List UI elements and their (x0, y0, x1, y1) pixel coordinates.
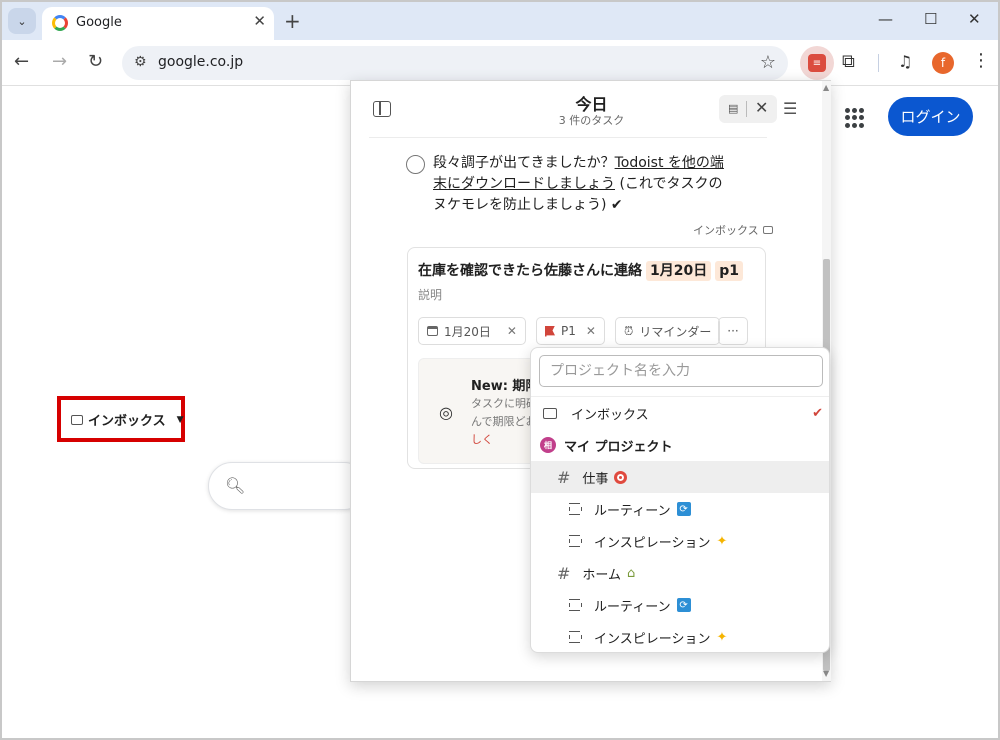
task-project-label: インボックス (693, 222, 773, 238)
project-dropdown: インボックス ✔ 相 マイ プロジェクト # 仕事 ルーティーン ⟳ インスピレ… (530, 347, 830, 653)
browser-menu-icon[interactable]: ⋮ (972, 50, 990, 71)
remove-priority-icon[interactable]: ✕ (586, 324, 596, 338)
forward-icon[interactable]: → (52, 51, 67, 72)
section-option-routine[interactable]: ルーティーン ⟳ (531, 589, 829, 621)
workspace-label: マイ プロジェクト (564, 439, 673, 455)
site-info-icon[interactable]: ⚙ (134, 54, 147, 70)
task-text-before: 段々調子が出てきましたか？ (433, 155, 615, 171)
section-option-inspiration[interactable]: インスピレーション ✦ (531, 525, 829, 557)
project-option-inbox[interactable]: インボックス ✔ (531, 397, 829, 429)
close-tab-icon[interactable]: ✕ (253, 12, 266, 30)
target-icon: ◎ (439, 403, 453, 422)
tab-bar: ⌄ Google ✕ + — ☐ ✕ (2, 2, 998, 40)
inbox-icon (762, 226, 773, 234)
task-content[interactable]: 段々調子が出てきましたか？Todoist を他の端末にダウンロードしましょう (… (433, 153, 733, 216)
section-option-label: インスピレーション (594, 631, 711, 647)
google-favicon-icon (52, 15, 68, 31)
action-divider (746, 101, 747, 117)
date-chip[interactable]: 1月20日 ✕ (418, 317, 526, 345)
caret-down-icon: ▼ (176, 414, 184, 425)
house-emoji-icon: ⌂ (627, 565, 636, 581)
section-option-inspiration[interactable]: インスピレーション ✦ (531, 621, 829, 652)
hash-icon: # (557, 467, 571, 487)
priority-chip[interactable]: P1 ✕ (536, 317, 605, 345)
task-name-text: 在庫を確認できたら佐藤さんに連絡 (418, 263, 642, 279)
project-option-work[interactable]: # 仕事 (531, 461, 829, 493)
project-search-input[interactable] (539, 355, 823, 387)
promo-title: New: 期限 (471, 379, 539, 394)
task-complete-checkbox[interactable] (406, 155, 425, 174)
repeat-emoji-icon: ⟳ (676, 502, 691, 516)
todoist-extension-icon[interactable]: ≡ (800, 46, 834, 80)
maximize-icon[interactable]: ☐ (924, 10, 937, 28)
description-input[interactable]: 説明 (418, 286, 442, 303)
flag-icon (545, 325, 555, 337)
section-option-label: ルーティーン (594, 599, 671, 615)
reminder-chip[interactable]: ⏰︎ リマインダー (615, 317, 721, 345)
task-name-date-token: 1月20日 (646, 261, 712, 281)
back-icon[interactable]: ← (14, 51, 29, 72)
media-control-icon[interactable]: ♫ (898, 52, 912, 71)
tab-google[interactable]: Google ✕ (42, 7, 274, 40)
search-icon: 🔍︎ (225, 476, 246, 495)
alarm-clock-icon: ⏰︎ (624, 323, 634, 338)
more-options-button[interactable]: ··· (718, 317, 748, 345)
bookmark-star-icon[interactable]: ☆ (760, 52, 776, 73)
close-icon[interactable]: ✕ (755, 98, 768, 117)
section-icon (569, 631, 582, 643)
inbox-icon (71, 414, 83, 425)
section-icon (569, 535, 582, 547)
project-option-label: 仕事 (582, 471, 609, 487)
workspace-my-projects: 相 マイ プロジェクト (531, 429, 829, 461)
sparkles-emoji-icon: ✦ (716, 629, 728, 645)
close-window-icon[interactable]: ✕ (968, 10, 981, 28)
date-chip-label: 1月20日 (444, 324, 491, 339)
target-emoji-icon (614, 470, 628, 484)
hash-icon: # (557, 563, 571, 583)
new-tab-button[interactable]: + (284, 9, 301, 33)
reminder-chip-label: リマインダー (639, 324, 712, 339)
popup-action-group: ▤ ✕ (719, 95, 777, 123)
profile-avatar[interactable]: f (932, 52, 954, 74)
workspace-badge: 相 (540, 437, 556, 453)
google-apps-icon[interactable] (845, 108, 865, 128)
scroll-up-icon[interactable]: ▲ (823, 83, 829, 92)
calendar-icon (427, 326, 438, 336)
address-bar[interactable]: ⚙ google.co.jp ☆ (122, 46, 788, 80)
project-option-label: インボックス (571, 407, 649, 423)
checkmark-icon: ✔ (812, 405, 823, 421)
section-option-routine[interactable]: ルーティーン ⟳ (531, 493, 829, 525)
section-option-label: ルーティーン (594, 503, 671, 519)
deadline-promo-card: ◎ New: 期限 タスクに明確 んで期限どお しく (418, 358, 548, 464)
toolbar-divider (878, 54, 879, 72)
extensions-puzzle-icon[interactable]: ⧉ (842, 51, 855, 72)
project-selector-label: インボックス (88, 414, 166, 429)
task-name-input[interactable]: 在庫を確認できたら佐藤さんに連絡 1月20日 p1 (418, 260, 743, 281)
project-option-home[interactable]: # ホーム ⌂ (531, 557, 829, 589)
tab-search-button[interactable]: ⌄ (8, 8, 36, 34)
task-name-priority-token: p1 (715, 261, 743, 281)
login-button[interactable]: ログイン (888, 97, 973, 136)
section-icon (569, 503, 582, 515)
sparkles-emoji-icon: ✦ (716, 533, 728, 549)
priority-chip-label: P1 (561, 324, 576, 338)
url-text: google.co.jp (158, 54, 244, 70)
reload-icon[interactable]: ↻ (88, 51, 103, 72)
inbox-icon (543, 407, 557, 419)
google-search-box[interactable]: 🔍︎ (208, 462, 368, 510)
minimize-icon[interactable]: — (878, 10, 893, 28)
tab-title: Google (76, 15, 122, 30)
project-option-label: ホーム (582, 567, 622, 583)
section-option-label: インスピレーション (594, 535, 711, 551)
task-project-name: インボックス (693, 224, 759, 237)
section-icon (569, 599, 582, 611)
project-selector-button[interactable]: インボックス ▼ (57, 396, 185, 442)
remove-date-icon[interactable]: ✕ (507, 324, 517, 338)
view-settings-icon[interactable]: ☰ (783, 99, 797, 118)
header-divider (369, 137, 767, 138)
scroll-down-icon[interactable]: ▼ (823, 669, 829, 678)
repeat-emoji-icon: ⟳ (676, 598, 691, 612)
open-in-app-icon[interactable]: ▤ (728, 102, 738, 115)
